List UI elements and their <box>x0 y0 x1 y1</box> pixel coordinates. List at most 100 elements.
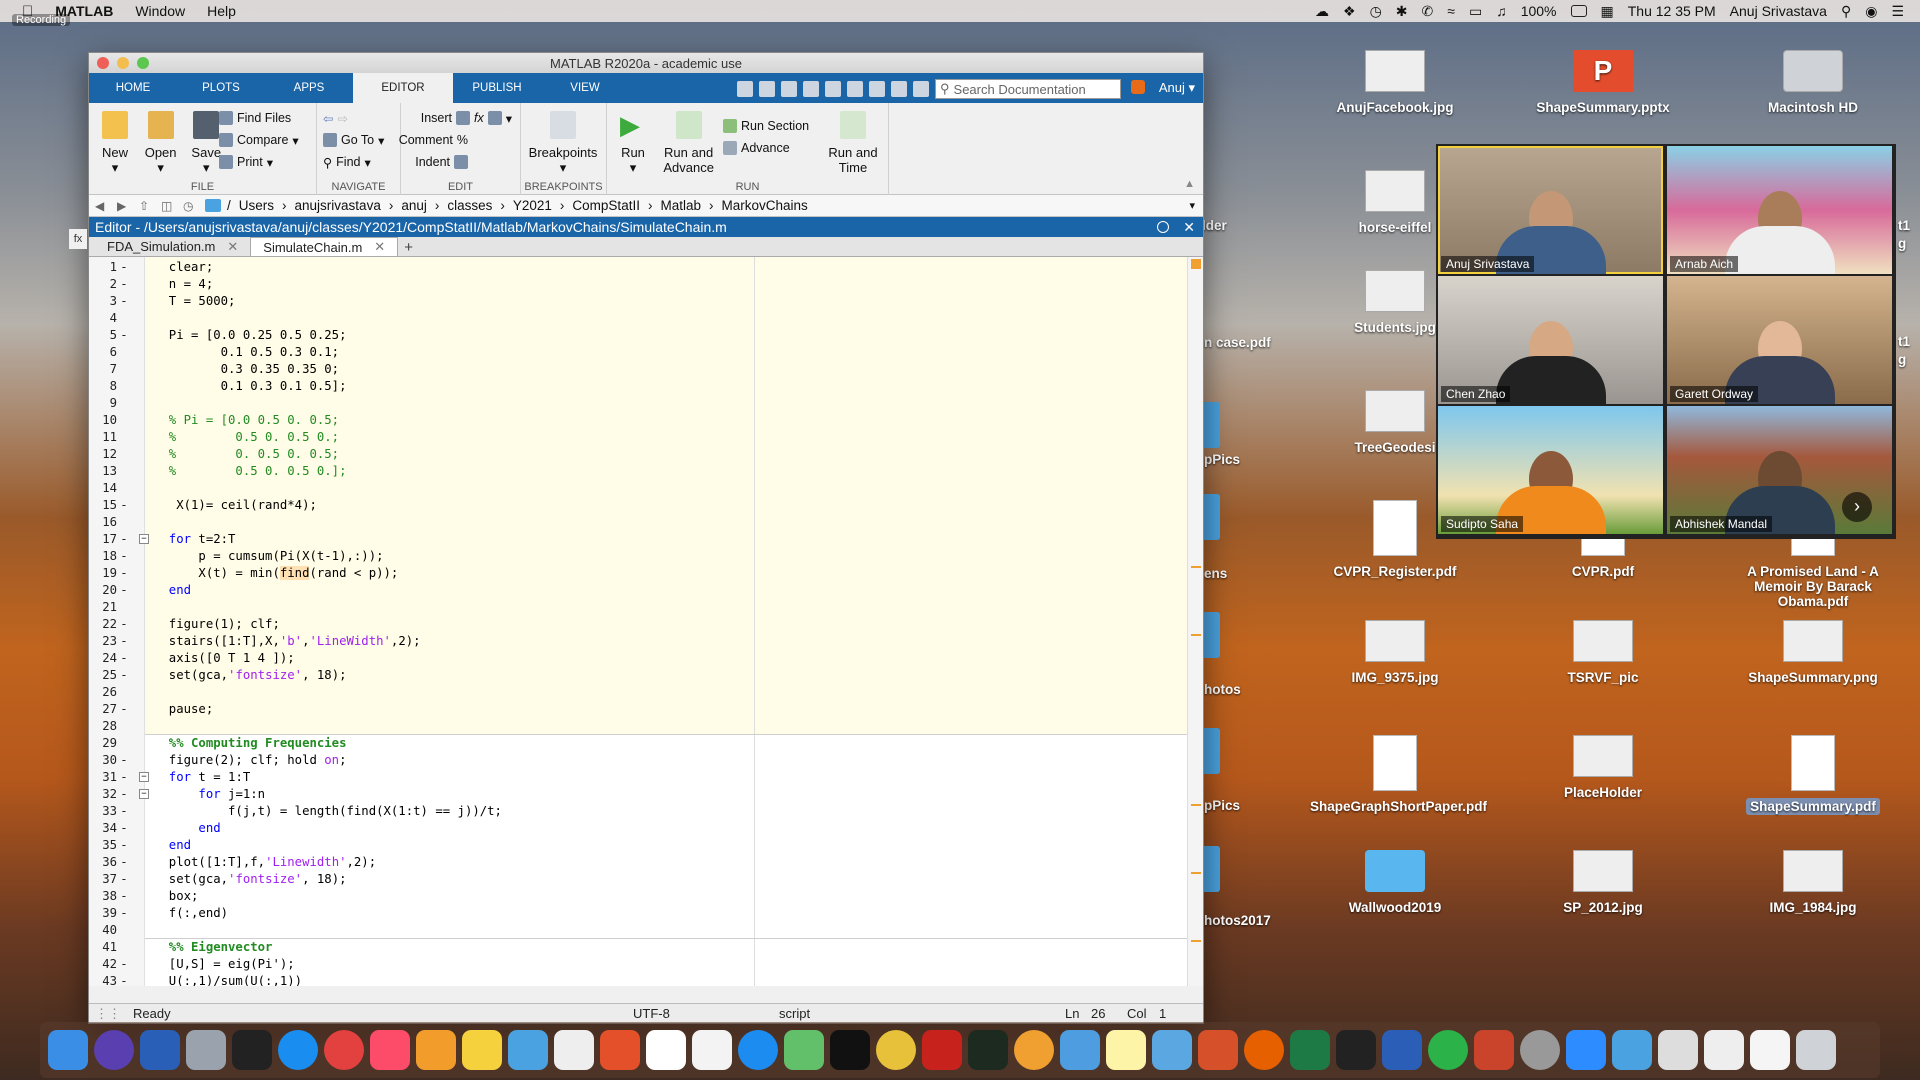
cut-icon[interactable] <box>759 81 775 97</box>
line-number[interactable]: 20- <box>89 582 147 599</box>
line-number[interactable]: 41 <box>89 939 147 956</box>
line-number[interactable]: 17- − <box>89 531 149 548</box>
airplay-icon[interactable]: ▭ <box>1469 3 1482 20</box>
close-tab-icon[interactable]: ✕ <box>227 239 238 255</box>
go-to-button[interactable]: Go To ▾ <box>323 129 394 151</box>
line-number[interactable]: 7 <box>89 361 147 378</box>
video-tile[interactable]: Garett Ordway <box>1667 276 1892 404</box>
line-number[interactable]: 33- <box>89 803 147 820</box>
breadcrumb-segment[interactable]: Users <box>239 198 274 213</box>
code-line[interactable]: T = 5000; <box>154 293 236 310</box>
code-line[interactable]: n = 4; <box>154 276 213 293</box>
no-entry-icon[interactable] <box>324 1030 364 1070</box>
warning-marker[interactable] <box>1191 872 1201 874</box>
breakpoints-button[interactable]: Breakpoints ▾ <box>527 107 599 176</box>
code-line[interactable]: for j=1:n <box>154 786 265 803</box>
code-line[interactable]: %% Eigenvector <box>154 939 273 956</box>
spotlight-icon[interactable]: ⚲ <box>1841 3 1851 20</box>
firefox-icon[interactable] <box>1244 1030 1284 1070</box>
collapse-ribbon-icon[interactable]: ▲ <box>1184 178 1195 190</box>
line-number[interactable]: 18- <box>89 548 147 565</box>
code-line[interactable]: set(gca,'fontsize', 18); <box>154 871 347 888</box>
matlab-icon[interactable] <box>1198 1030 1238 1070</box>
close-window-button[interactable] <box>97 57 109 69</box>
copy-icon[interactable] <box>781 81 797 97</box>
xcode-icon[interactable] <box>1152 1030 1192 1070</box>
code-line[interactable]: [U,S] = eig(Pi'); <box>154 956 295 973</box>
breadcrumb-segment[interactable]: Matlab <box>660 198 701 213</box>
file-tab[interactable]: FDA_Simulation.m ✕ <box>95 237 250 256</box>
desktop-item[interactable]: P ShapeSummary.pptx <box>1518 50 1688 115</box>
back-arrow-icon[interactable]: ⇦ <box>323 111 333 126</box>
breadcrumb-segment[interactable]: Y2021 <box>513 198 552 213</box>
code-line[interactable]: %% Computing Frequencies <box>154 735 347 752</box>
forward-icon[interactable]: ▶ <box>117 200 133 212</box>
code-line[interactable]: % 0.5 0. 0.5 0.]; <box>154 463 347 480</box>
breakpoint-slot[interactable]: - <box>117 667 131 684</box>
desktop-item[interactable]: ShapeGraphShortPaper.pdf <box>1310 735 1487 814</box>
breadcrumb-segment[interactable]: anuj <box>401 198 427 213</box>
line-number[interactable]: 27- <box>89 701 147 718</box>
finder-icon[interactable] <box>48 1030 88 1070</box>
battery-percent[interactable]: 100% <box>1521 3 1557 19</box>
line-number[interactable]: 10 <box>89 412 147 429</box>
time-machine-icon[interactable]: ◷ <box>1370 3 1382 20</box>
breakpoint-slot[interactable]: - <box>117 616 131 633</box>
code-line[interactable]: for t = 1:T <box>154 769 250 786</box>
tex-icon[interactable] <box>1520 1030 1560 1070</box>
breakpoint-slot[interactable]: - <box>117 956 131 973</box>
line-number[interactable]: 3- <box>89 293 147 310</box>
menu-help[interactable]: Help <box>207 3 236 19</box>
code-line[interactable]: end <box>154 837 191 854</box>
run-and-advance-button[interactable]: Run and Advance <box>659 107 719 175</box>
find-files-button[interactable]: Find Files <box>219 107 299 129</box>
resize-grip-icon[interactable]: ⋮⋮ <box>95 1006 121 1022</box>
analyzer-status-icon[interactable] <box>1191 259 1201 269</box>
minimize-window-button[interactable] <box>117 57 129 69</box>
breadcrumb[interactable]: / Users › anujsrivastava › anuj › classes › Y2021… <box>227 198 808 213</box>
code-line[interactable]: 0.1 0.3 0.1 0.5]; <box>154 378 347 395</box>
breakpoint-slot[interactable]: - <box>117 259 131 276</box>
fx-icon[interactable]: fx <box>474 111 484 125</box>
terminal-icon[interactable] <box>830 1030 870 1070</box>
code-line[interactable]: Pi = [0.0 0.25 0.5 0.25; <box>154 327 347 344</box>
breadcrumb-segment[interactable]: CompStatII <box>572 198 640 213</box>
line-number[interactable]: 6 <box>89 344 147 361</box>
documents-stack-icon[interactable] <box>1658 1030 1698 1070</box>
breakpoint-slot[interactable]: - <box>117 871 131 888</box>
warning-marker[interactable] <box>1191 804 1201 806</box>
code-line[interactable]: plot([1:T],f,'Linewidth',2); <box>154 854 376 871</box>
breakpoint-slot[interactable]: - <box>117 752 131 769</box>
excel-icon[interactable] <box>1290 1030 1330 1070</box>
teams-people-icon[interactable] <box>1060 1030 1100 1070</box>
user-name[interactable]: Anuj Srivastava <box>1730 3 1827 19</box>
word-w-icon[interactable] <box>140 1030 180 1070</box>
comment-percent-icon[interactable]: % <box>457 133 468 147</box>
line-number[interactable]: 25- <box>89 667 147 684</box>
desktop-item[interactable]: ShapeSummary.pdf <box>1728 735 1898 815</box>
desktop-item[interactable]: ShapeSummary.png <box>1728 620 1898 685</box>
pdf-reader-icon[interactable] <box>922 1030 962 1070</box>
line-number[interactable]: 32- − <box>89 786 149 803</box>
line-number[interactable]: 36- <box>89 854 147 871</box>
breakpoint-slot[interactable]: - <box>117 803 131 820</box>
chrome-icon[interactable] <box>876 1030 916 1070</box>
find-button[interactable]: ⚲ Find ▾ <box>323 151 394 173</box>
line-number[interactable]: 37- <box>89 871 147 888</box>
video-tile[interactable]: Sudipto Saha <box>1438 406 1663 534</box>
back-forward-buttons[interactable]: ⇦ ⇨ <box>323 107 394 129</box>
code-line[interactable]: f(:,end) <box>154 905 228 922</box>
breakpoint-slot[interactable]: - <box>117 854 131 871</box>
community-icon[interactable] <box>913 81 929 97</box>
breakpoint-slot[interactable]: - <box>117 650 131 667</box>
code-line[interactable]: 0.1 0.5 0.3 0.1; <box>154 344 339 361</box>
insert-button[interactable]: Insert fx ▾ <box>407 107 514 129</box>
line-number[interactable]: 14 <box>89 480 147 497</box>
line-number[interactable]: 16 <box>89 514 147 531</box>
line-number[interactable]: 24- <box>89 650 147 667</box>
dropbox-icon[interactable]: ❖ <box>1343 3 1356 20</box>
tab-editor[interactable]: EDITOR <box>353 73 453 103</box>
video-tile[interactable]: Anuj Srivastava <box>1438 146 1663 274</box>
photos-icon[interactable] <box>1014 1030 1054 1070</box>
breakpoint-slot[interactable]: - <box>117 497 131 514</box>
